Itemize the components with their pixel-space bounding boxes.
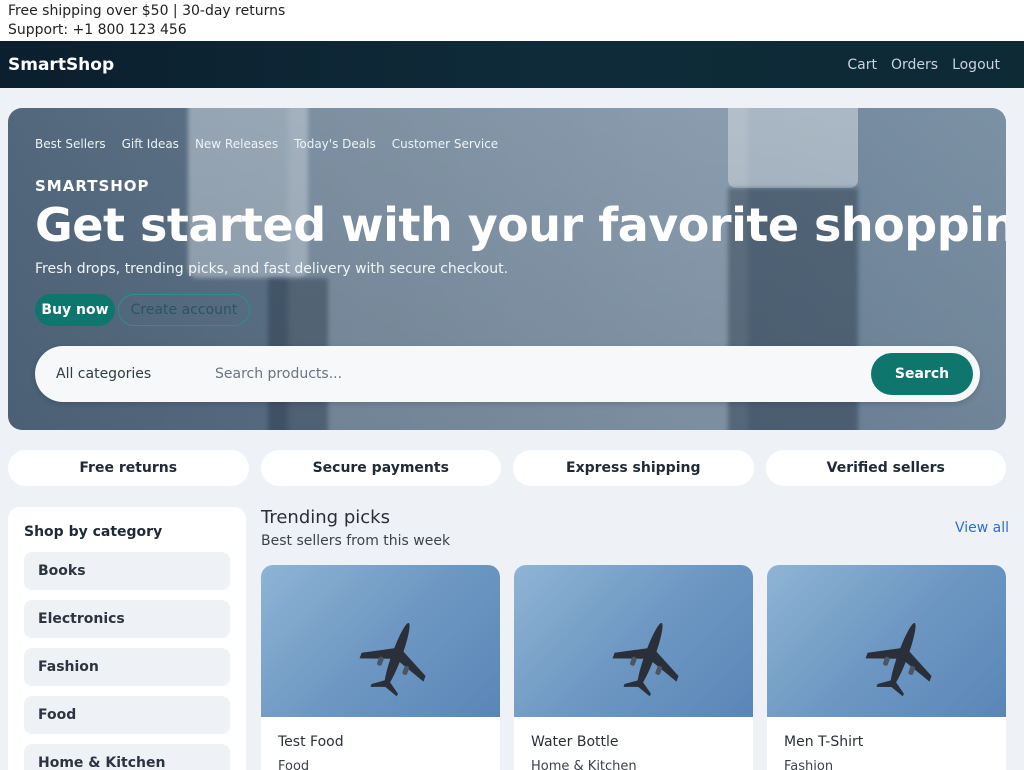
product-card[interactable]: Water Bottle Home & Kitchen	[514, 565, 753, 770]
product-category: Home & Kitchen	[531, 759, 637, 770]
sidebar-item-books[interactable]: Books	[24, 552, 230, 590]
quick-link-best-sellers[interactable]: Best Sellers	[35, 137, 106, 151]
product-image[interactable]	[767, 565, 1006, 717]
feature-secure-payments: Secure payments	[260, 450, 501, 486]
sidebar-item-home-kitchen[interactable]: Home & Kitchen	[24, 744, 230, 770]
nav-orders-link[interactable]: Orders	[891, 57, 938, 73]
product-card[interactable]: Men T-Shirt Fashion	[767, 565, 1006, 770]
shipping-notice: Free shipping over $50 | 30-day returns	[8, 3, 286, 19]
feature-express-shipping: Express shipping	[513, 450, 754, 486]
view-all-link[interactable]: View all	[955, 520, 1009, 536]
nav-logout-link[interactable]: Logout	[952, 57, 1000, 73]
product-image[interactable]	[261, 565, 500, 717]
product-card[interactable]: Test Food Food	[261, 565, 500, 770]
sidebar-item-fashion[interactable]: Fashion	[24, 648, 230, 686]
hero-quick-links: Best Sellers Gift Ideas New Releases Tod…	[35, 137, 498, 151]
sidebar-item-electronics[interactable]: Electronics	[24, 600, 230, 638]
section-title: Trending picks	[261, 507, 390, 528]
product-category: Fashion	[784, 759, 834, 770]
quick-link-customer-service[interactable]: Customer Service	[392, 137, 498, 151]
hero-kicker: SMARTSHOP	[35, 177, 150, 195]
section-subtitle: Best sellers from this week	[261, 533, 451, 549]
product-name[interactable]: Water Bottle	[531, 734, 619, 750]
announcement-bar: Free shipping over $50 | 30-day returns …	[0, 0, 1024, 41]
product-name[interactable]: Test Food	[278, 734, 344, 750]
feature-pills: Free returns Secure payments Express shi…	[8, 450, 1006, 486]
product-image[interactable]	[514, 565, 753, 717]
nav-cart-link[interactable]: Cart	[847, 57, 877, 73]
create-account-button[interactable]: Create account	[118, 294, 250, 326]
nav-links: Cart Orders Logout	[847, 57, 1000, 73]
sidebar-item-food[interactable]: Food	[24, 696, 230, 734]
category-select[interactable]: All categories	[35, 366, 205, 382]
search-bar: All categories Search	[35, 346, 980, 402]
feature-verified-sellers: Verified sellers	[765, 450, 1006, 486]
top-navbar: SmartShop Cart Orders Logout	[0, 41, 1024, 88]
airplane-icon	[359, 623, 426, 697]
hero-title: Get started with your favorite shopping	[35, 198, 1006, 252]
airplane-icon	[865, 623, 932, 697]
hero-banner: Best Sellers Gift Ideas New Releases Tod…	[8, 108, 1006, 430]
buy-now-button[interactable]: Buy now	[35, 294, 115, 326]
hero-subtitle: Fresh drops, trending picks, and fast de…	[35, 261, 509, 277]
airplane-icon	[612, 623, 679, 697]
search-button[interactable]: Search	[871, 353, 973, 395]
category-sidebar: Shop by category Books Electronics Fashi…	[8, 507, 246, 770]
feature-free-returns: Free returns	[8, 450, 249, 486]
brand-logo[interactable]: SmartShop	[8, 55, 114, 75]
support-phone: Support: +1 800 123 456	[8, 22, 187, 38]
product-name[interactable]: Men T-Shirt	[784, 734, 863, 750]
product-category: Food	[278, 759, 310, 770]
quick-link-gift-ideas[interactable]: Gift Ideas	[122, 137, 179, 151]
quick-link-todays-deals[interactable]: Today's Deals	[294, 137, 376, 151]
quick-link-new-releases[interactable]: New Releases	[195, 137, 278, 151]
sidebar-title: Shop by category	[24, 524, 163, 540]
search-input[interactable]	[205, 346, 871, 402]
